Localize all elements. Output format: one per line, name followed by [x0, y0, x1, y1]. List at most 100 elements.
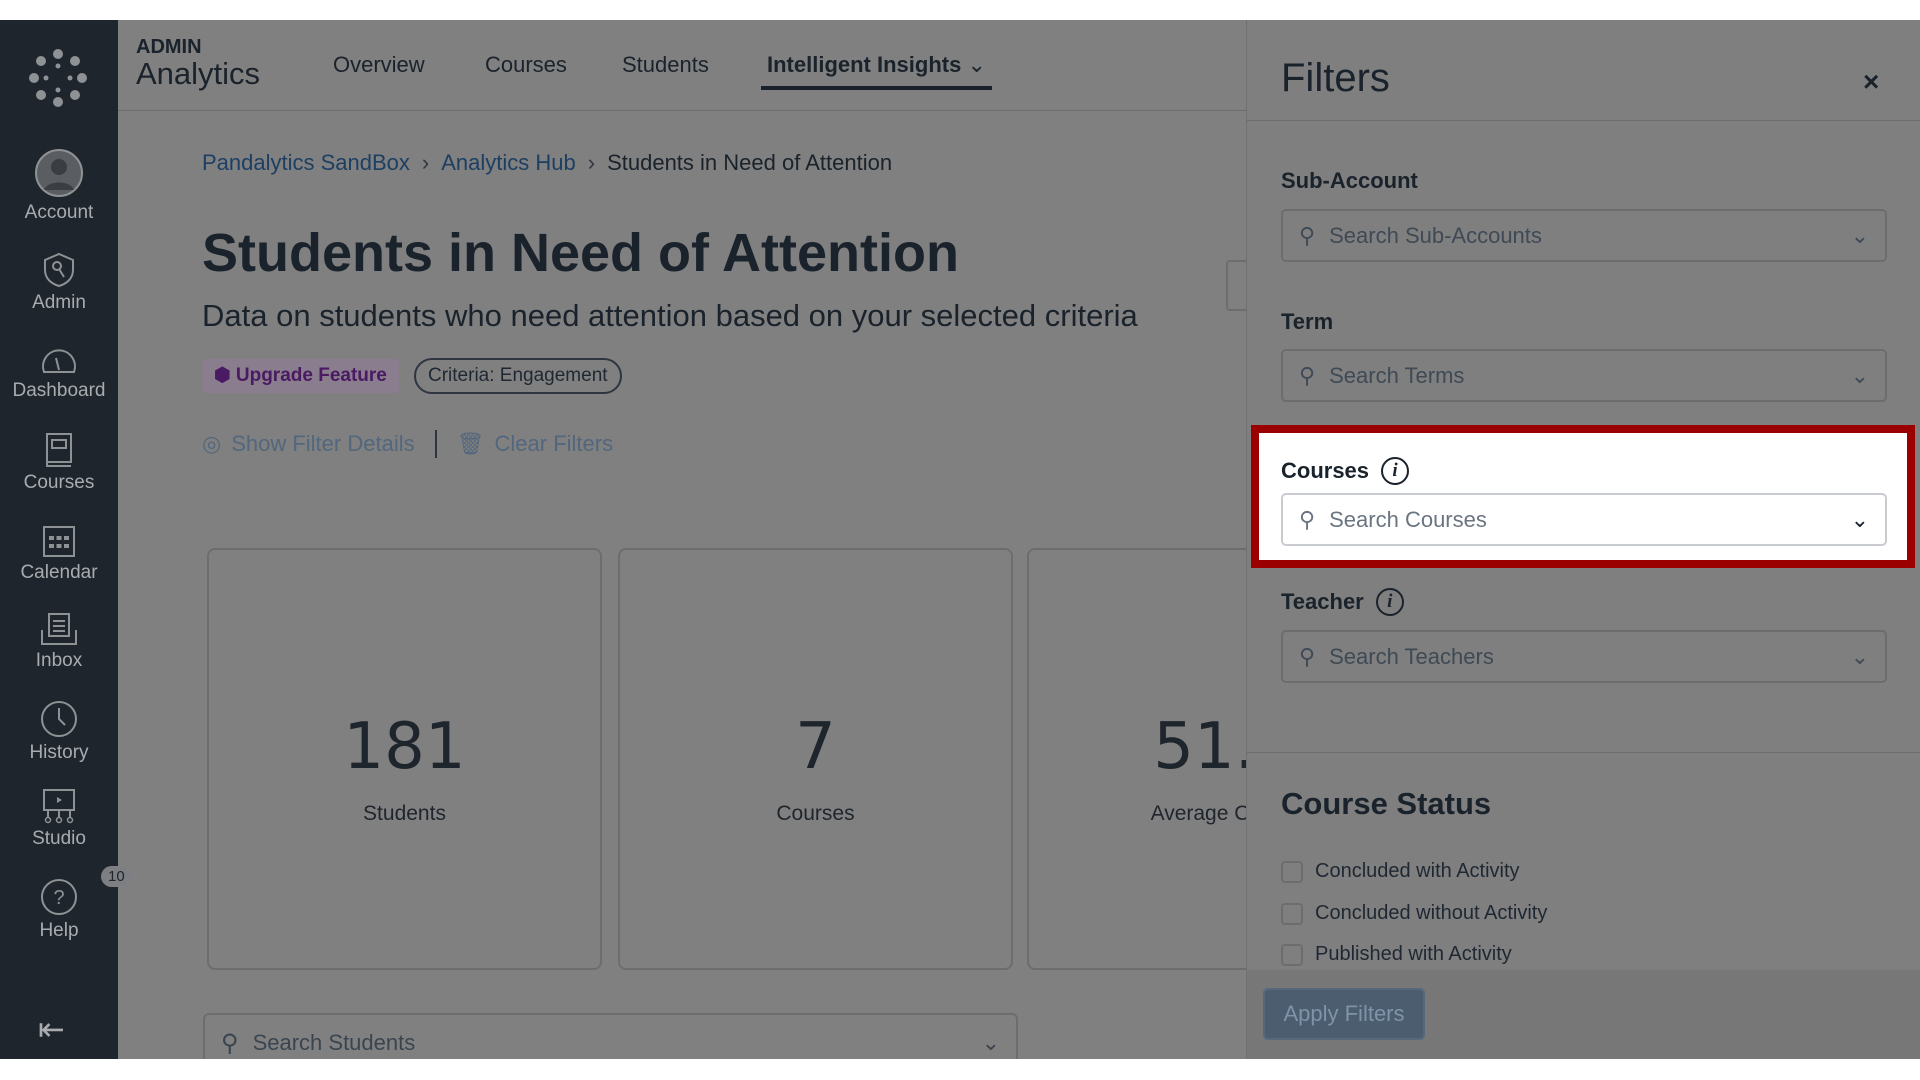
nav-calendar[interactable]: Calendar: [0, 522, 118, 584]
tab-overview[interactable]: Overview: [333, 52, 425, 78]
info-icon[interactable]: i: [1381, 457, 1410, 485]
checkbox-label: Published with Activity: [1315, 943, 1512, 965]
nav-inbox[interactable]: Inbox: [0, 612, 118, 672]
sub-account-select[interactable]: ⚲ Search Sub-Accounts ⌄: [1281, 209, 1887, 262]
label-text: Teacher: [1281, 589, 1364, 614]
divider: [434, 430, 437, 458]
nav-label: Inbox: [35, 650, 83, 671]
nav-label: Admin: [32, 292, 86, 313]
checkbox-concluded-with-activity[interactable]: Concluded with Activity: [1281, 860, 1520, 883]
avatar-icon: [35, 149, 83, 197]
upgrade-feature-badge: ⬢ Upgrade Feature: [202, 359, 399, 393]
checkbox[interactable]: [1281, 902, 1303, 925]
page-subtitle: Data on students who need attention base…: [202, 298, 1138, 333]
inbox-icon: [41, 613, 77, 645]
calendar-icon: [43, 526, 75, 557]
clear-filters-link[interactable]: Clear Filters: [495, 431, 614, 457]
search-students-input[interactable]: ⚲ Search Students ⌄: [203, 1013, 1018, 1059]
tab-label: Intelligent Insights: [767, 52, 962, 77]
criteria-pill: Criteria: Engagement: [414, 358, 622, 394]
sub-account-label: Sub-Account: [1281, 168, 1418, 193]
book-icon: [46, 433, 72, 467]
nav-label: Help: [39, 920, 79, 941]
collapse-nav-icon[interactable]: ⇤: [38, 1010, 65, 1048]
filters-panel: Filters × Sub-Account ⚲ Search Sub-Accoun…: [1246, 20, 1920, 1059]
filters-title: Filters: [1281, 56, 1390, 100]
clock-icon: [41, 701, 77, 737]
nav-account[interactable]: Account: [0, 148, 118, 224]
search-icon: ⚲: [1299, 222, 1316, 248]
courses-select[interactable]: ⚲ Search Courses ⌄: [1281, 493, 1887, 546]
close-icon[interactable]: ×: [1863, 66, 1879, 98]
info-icon[interactable]: i: [1375, 588, 1404, 616]
brand-analytics: Analytics: [136, 56, 261, 91]
stat-card-courses: 7 Courses: [618, 548, 1013, 970]
breadcrumb-link[interactable]: Analytics Hub: [441, 150, 576, 175]
svg-text:?: ?: [53, 887, 64, 909]
show-filter-details-link[interactable]: Show Filter Details: [231, 431, 414, 457]
side-toggle-button[interactable]: [1226, 260, 1248, 311]
nav-label: Courses: [23, 472, 95, 493]
checkbox-published-with-activity[interactable]: Published with Activity: [1281, 943, 1512, 966]
course-status-title: Course Status: [1281, 786, 1492, 821]
stat-label: Courses: [776, 802, 855, 825]
nav-history[interactable]: History: [0, 700, 118, 764]
nav-label: Dashboard: [12, 380, 106, 401]
search-icon: ⚲: [1299, 643, 1316, 669]
stat-value: 7: [795, 710, 836, 784]
courses-highlight: Courses i ⚲ Search Courses ⌄: [1251, 425, 1915, 568]
search-icon: ⚲: [1299, 506, 1316, 532]
shield-icon: ⬢: [214, 365, 231, 386]
teacher-select[interactable]: ⚲ Search Teachers ⌄: [1281, 630, 1887, 683]
help-icon: ?: [41, 879, 77, 915]
chevron-down-icon: ⌄: [1850, 222, 1869, 248]
checkbox-label: Concluded without Activity: [1315, 902, 1548, 924]
chevron-down-icon: ⌄: [1850, 643, 1869, 669]
divider: [1247, 120, 1920, 121]
apply-filters-button[interactable]: Apply Filters: [1263, 988, 1425, 1040]
placeholder: Search Courses: [1329, 506, 1487, 532]
breadcrumb: Pandalytics SandBox › Analytics Hub › Studen…: [202, 150, 892, 176]
tab-courses[interactable]: Courses: [485, 52, 567, 78]
tab-students[interactable]: Students: [622, 52, 709, 78]
chevron-right-icon: ›: [421, 150, 430, 175]
placeholder: Search Students: [252, 1030, 416, 1055]
search-icon: ⚲: [221, 1029, 239, 1057]
checkbox[interactable]: [1281, 943, 1303, 966]
chevron-down-icon: ⌄: [981, 1030, 1000, 1055]
chevron-down-icon: ⌄: [1850, 506, 1869, 532]
stat-label: Students: [363, 802, 446, 825]
divider: [1247, 752, 1920, 753]
nav-label: Account: [24, 202, 94, 223]
label-text: Courses: [1281, 458, 1370, 483]
dashboard-gauge-icon: [42, 349, 76, 373]
global-nav: Account Admin Dashboard Courses Calendar…: [0, 20, 132, 1059]
nav-studio[interactable]: Studio: [0, 788, 118, 850]
nav-courses[interactable]: Courses: [0, 432, 118, 494]
chevron-right-icon: ›: [587, 150, 596, 175]
nav-admin[interactable]: Admin: [0, 252, 118, 314]
breadcrumb-current: Students in Need of Attention: [607, 150, 893, 175]
tab-intelligent-insights[interactable]: Intelligent Insights ⌄: [761, 52, 992, 90]
stat-card-students: 181 Students: [207, 548, 602, 970]
checkbox-concluded-without-activity[interactable]: Concluded without Activity: [1281, 902, 1547, 925]
stat-value: 181: [343, 710, 466, 784]
checkbox[interactable]: [1281, 860, 1303, 883]
chevron-down-icon: ⌄: [967, 52, 986, 77]
filters-footer: Apply Filters: [1247, 970, 1920, 1059]
nav-label: History: [29, 742, 89, 763]
nav-dashboard[interactable]: Dashboard: [0, 344, 118, 402]
nav-label: Calendar: [20, 562, 98, 583]
courses-label: Courses i: [1281, 457, 1410, 485]
term-select[interactable]: ⚲ Search Terms ⌄: [1281, 349, 1887, 402]
canvas-logo-icon[interactable]: [28, 48, 88, 108]
help-badge: 10: [101, 866, 132, 887]
page-title: Students in Need of Attention: [202, 223, 959, 283]
breadcrumb-link[interactable]: Pandalytics SandBox: [202, 150, 410, 175]
trash-icon: 🗑: [456, 431, 485, 456]
placeholder: Search Teachers: [1329, 643, 1494, 669]
filter-links: ◎ Show Filter Details 🗑 Clear Filters: [202, 430, 613, 458]
term-label: Term: [1281, 309, 1334, 334]
nav-help[interactable]: ? 10 Help: [0, 866, 132, 942]
shield-key-icon: [44, 252, 74, 288]
